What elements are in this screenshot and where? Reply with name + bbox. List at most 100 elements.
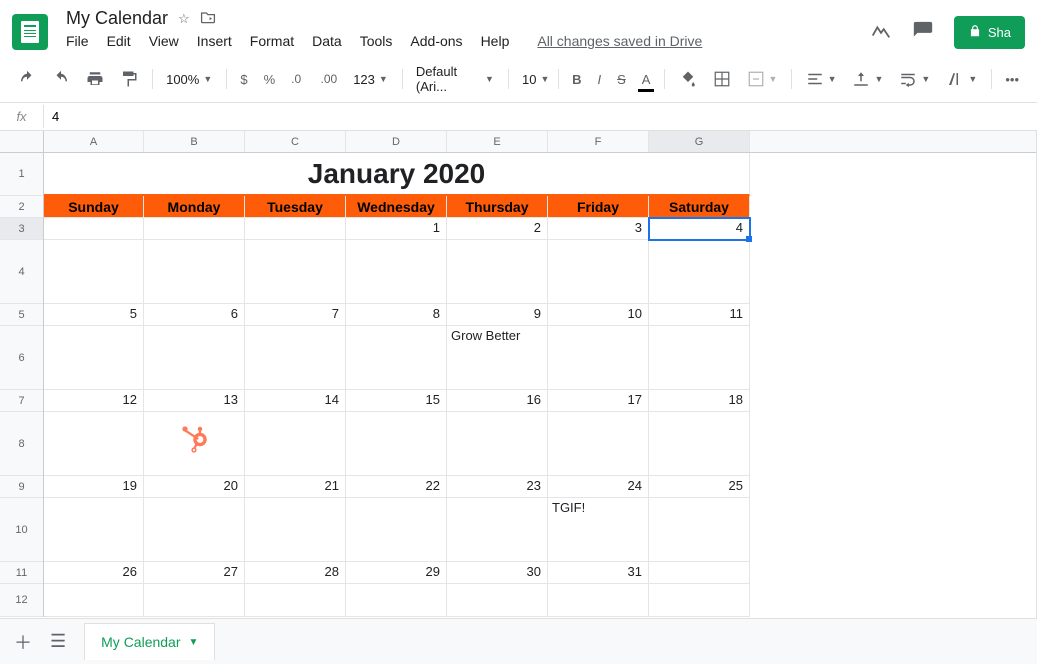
save-status[interactable]: All changes saved in Drive (537, 33, 702, 49)
cell-D4[interactable] (346, 240, 447, 304)
borders-button[interactable] (707, 66, 737, 92)
cell-E7[interactable]: 16 (447, 390, 548, 412)
cell-F9[interactable]: 24 (548, 476, 649, 498)
spreadsheet-grid[interactable]: A B C D E F G 1 2 3 4 5 6 7 8 9 10 11 12… (0, 131, 1037, 619)
cell-D12[interactable] (346, 584, 447, 617)
col-header-C[interactable]: C (245, 131, 346, 152)
cell-F6[interactable] (548, 326, 649, 390)
menu-tools[interactable]: Tools (360, 33, 393, 49)
dayhead-monday[interactable]: Monday (144, 196, 245, 218)
v-align-dropdown[interactable]: ▼ (846, 68, 889, 90)
formula-input[interactable] (44, 105, 1037, 128)
row-header-3[interactable]: 3 (0, 218, 43, 240)
more-toolbar-button[interactable]: ••• (999, 68, 1025, 91)
dayhead-friday[interactable]: Friday (548, 196, 649, 218)
cell-E12[interactable] (447, 584, 548, 617)
cell-B8[interactable] (144, 412, 245, 476)
cell-F5[interactable]: 10 (548, 304, 649, 326)
cell-G8[interactable] (649, 412, 750, 476)
menu-view[interactable]: View (149, 33, 179, 49)
row-header-5[interactable]: 5 (0, 304, 43, 326)
cell-F3[interactable]: 3 (548, 218, 649, 240)
wrap-dropdown[interactable]: ▼ (893, 68, 936, 90)
currency-button[interactable]: $ (234, 68, 253, 91)
cell-E11[interactable]: 30 (447, 562, 548, 584)
sheet-tab-my-calendar[interactable]: My Calendar ▼ (84, 623, 215, 660)
rotate-dropdown[interactable]: ▼ (940, 68, 983, 90)
cell-C8[interactable] (245, 412, 346, 476)
row-header-9[interactable]: 9 (0, 476, 43, 498)
cell-F11[interactable]: 31 (548, 562, 649, 584)
cell-C7[interactable]: 14 (245, 390, 346, 412)
cell-A4[interactable] (44, 240, 144, 304)
cell-B3[interactable] (144, 218, 245, 240)
cell-C11[interactable]: 28 (245, 562, 346, 584)
cell-C3[interactable] (245, 218, 346, 240)
cell-G11[interactable] (649, 562, 750, 584)
menu-data[interactable]: Data (312, 33, 342, 49)
font-size-dropdown[interactable]: 10▼ (516, 70, 550, 89)
dayhead-wednesday[interactable]: Wednesday (346, 196, 447, 218)
fill-color-button[interactable] (673, 66, 703, 92)
cell-D5[interactable]: 8 (346, 304, 447, 326)
merge-cells-dropdown[interactable]: ▼ (741, 68, 784, 90)
col-header-G[interactable]: G (649, 131, 750, 152)
cell-E9[interactable]: 23 (447, 476, 548, 498)
activity-icon[interactable] (870, 20, 892, 45)
cell-F10[interactable]: TGIF! (548, 498, 649, 562)
print-button[interactable] (80, 66, 110, 92)
cell-A5[interactable]: 5 (44, 304, 144, 326)
cell-A6[interactable] (44, 326, 144, 390)
cell-E5[interactable]: 9 (447, 304, 548, 326)
cell-A3[interactable] (44, 218, 144, 240)
cell-C5[interactable]: 7 (245, 304, 346, 326)
cell-F4[interactable] (548, 240, 649, 304)
menu-insert[interactable]: Insert (197, 33, 232, 49)
cell-C4[interactable] (245, 240, 346, 304)
cell-G4[interactable] (649, 240, 750, 304)
cell-G12[interactable] (649, 584, 750, 617)
undo-button[interactable] (12, 66, 42, 92)
cell-G6[interactable] (649, 326, 750, 390)
zoom-dropdown[interactable]: 100%▼ (160, 70, 218, 89)
cell-D10[interactable] (346, 498, 447, 562)
calendar-title-cell[interactable]: January 2020 (44, 153, 750, 196)
col-header-E[interactable]: E (447, 131, 548, 152)
row-header-1[interactable]: 1 (0, 153, 43, 196)
cell-B5[interactable]: 6 (144, 304, 245, 326)
cell-C10[interactable] (245, 498, 346, 562)
cell-G7[interactable]: 18 (649, 390, 750, 412)
text-color-button[interactable]: A (636, 68, 657, 91)
cell-D6[interactable] (346, 326, 447, 390)
share-button[interactable]: Sha (954, 16, 1025, 49)
increase-decimal-button[interactable]: .00 (315, 68, 344, 90)
cell-E8[interactable] (447, 412, 548, 476)
cell-A10[interactable] (44, 498, 144, 562)
cell-D8[interactable] (346, 412, 447, 476)
dayhead-thursday[interactable]: Thursday (447, 196, 548, 218)
selection-handle[interactable] (746, 236, 752, 242)
cell-G9[interactable]: 25 (649, 476, 750, 498)
row-header-8[interactable]: 8 (0, 412, 43, 476)
add-sheet-button[interactable]: ＋ (14, 629, 32, 655)
dayhead-tuesday[interactable]: Tuesday (245, 196, 346, 218)
more-formats-dropdown[interactable]: 123▼ (347, 70, 394, 89)
col-header-A[interactable]: A (44, 131, 144, 152)
cell-B10[interactable] (144, 498, 245, 562)
cell-F12[interactable] (548, 584, 649, 617)
row-header-11[interactable]: 11 (0, 562, 43, 584)
cell-E4[interactable] (447, 240, 548, 304)
cell-G5[interactable]: 11 (649, 304, 750, 326)
cell-B4[interactable] (144, 240, 245, 304)
row-header-2[interactable]: 2 (0, 196, 43, 218)
cell-F8[interactable] (548, 412, 649, 476)
cell-B11[interactable]: 27 (144, 562, 245, 584)
paint-format-button[interactable] (114, 66, 144, 92)
dayhead-sunday[interactable]: Sunday (44, 196, 144, 218)
all-sheets-button[interactable]: ☰ (50, 631, 66, 652)
bold-button[interactable]: B (566, 68, 587, 91)
cell-E3[interactable]: 2 (447, 218, 548, 240)
cell-D3[interactable]: 1 (346, 218, 447, 240)
cell-C6[interactable] (245, 326, 346, 390)
dayhead-saturday[interactable]: Saturday (649, 196, 750, 218)
